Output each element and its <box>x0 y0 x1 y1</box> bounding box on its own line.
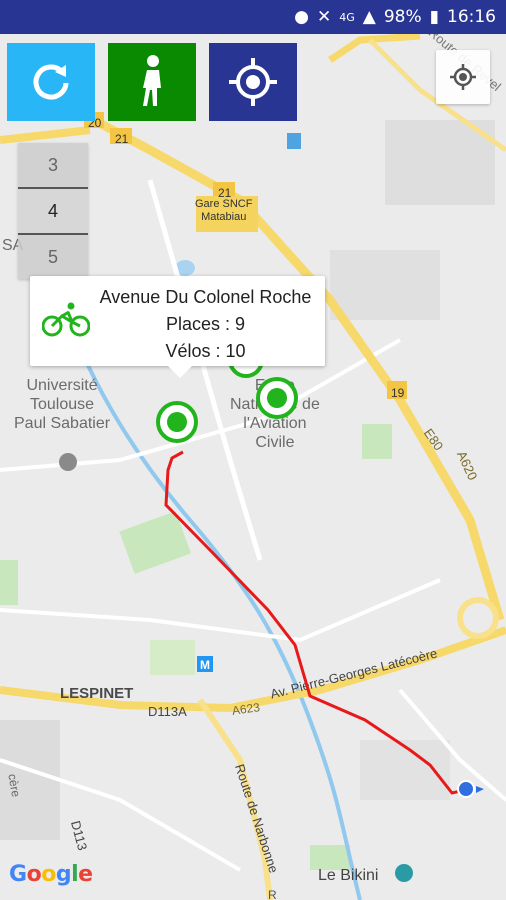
station-name: Avenue Du Colonel Roche <box>99 287 312 307</box>
map-label-cere: cère <box>5 772 24 799</box>
road-code-21b: 21 <box>218 186 232 200</box>
road-code-19: 19 <box>391 386 405 400</box>
road-code-21a: 21 <box>115 132 129 146</box>
station-velos: Vélos : 10 <box>165 341 246 361</box>
floor-picker: 3 4 5 <box>18 143 88 279</box>
status-bar: ● ✕ 4G ▲ 98% ▮ 16:16 <box>0 0 506 34</box>
building-block <box>330 250 440 320</box>
station-places: Places : 9 <box>165 314 246 334</box>
minor-road <box>0 578 441 643</box>
station-info-popup[interactable]: Avenue Du Colonel Roche Places : 9 Vélos… <box>30 276 325 378</box>
map-label-route-short: R <box>268 888 277 900</box>
building-block <box>360 740 450 800</box>
signal-icon: ▲ <box>362 7 376 27</box>
minor-road <box>147 179 263 561</box>
highway <box>0 126 91 144</box>
walking-person-icon <box>143 55 161 106</box>
park-area <box>0 560 18 605</box>
network-type: 4G <box>339 10 355 24</box>
park-area <box>119 511 192 574</box>
mute-icon: ✕ <box>316 7 332 27</box>
walk-mode-button[interactable] <box>108 43 196 121</box>
floor-option[interactable]: 5 <box>18 235 88 279</box>
roundabout <box>457 597 499 639</box>
university-pin-icon <box>59 453 77 471</box>
map-label-d113a: D113A <box>148 704 187 719</box>
map-label-university: Université Toulouse Paul Sabatier <box>14 377 111 432</box>
venue-pin-icon <box>395 864 413 882</box>
crosshair-icon <box>229 58 277 106</box>
map-label-enac: Ecole Nationale de l'Aviation Civile <box>230 377 320 451</box>
battery-level: 98% <box>383 7 422 27</box>
road-code-a623: A623 <box>231 700 261 718</box>
park-area <box>362 424 392 459</box>
my-location-icon <box>450 64 476 90</box>
battery-icon: ▮ <box>429 7 439 27</box>
metro-label: M <box>200 658 210 672</box>
floor-option[interactable]: 3 <box>18 143 88 189</box>
refresh-button[interactable] <box>7 43 95 121</box>
transit-icon <box>287 133 301 149</box>
refresh-icon <box>33 64 69 100</box>
center-location-button[interactable] <box>209 43 297 121</box>
bicycle-icon <box>42 302 90 337</box>
clock: 16:16 <box>447 7 496 27</box>
google-logo: Google <box>9 862 93 887</box>
map-label-bikini: Le Bikini <box>318 867 379 884</box>
floor-option-selected[interactable]: 4 <box>18 189 88 235</box>
park-area <box>150 640 195 675</box>
location-icon: ● <box>294 7 309 27</box>
map-label-lespinet: LESPINET <box>60 685 134 702</box>
my-location-button[interactable] <box>436 50 490 104</box>
